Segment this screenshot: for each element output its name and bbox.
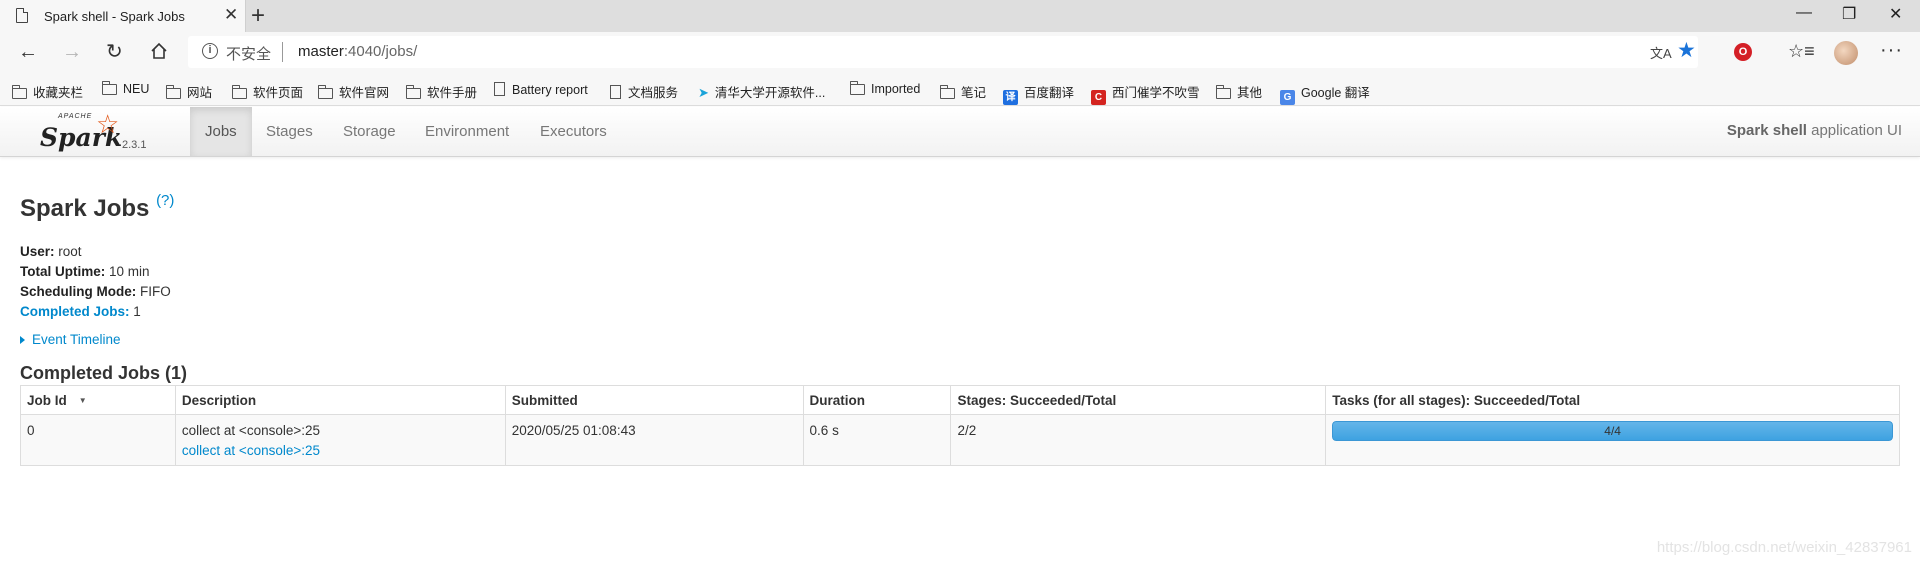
minimize-button[interactable]: —: [1796, 4, 1812, 22]
new-tab-button[interactable]: +: [251, 3, 265, 29]
column-header-job-id[interactable]: Job Id ▼: [20, 385, 176, 415]
cell-submitted: 2020/05/25 01:08:43: [504, 414, 804, 466]
page-title: Spark Jobs (?): [20, 192, 175, 222]
column-header-tasks[interactable]: Tasks (for all stages): Succeeded/Total: [1325, 385, 1900, 415]
translate-icon: 译: [1003, 90, 1018, 105]
info-icon[interactable]: i: [202, 43, 218, 59]
column-header-stages[interactable]: Stages: Succeeded/Total: [950, 385, 1327, 415]
c-icon: C: [1091, 90, 1106, 105]
folder-icon: [850, 81, 865, 95]
separator: [282, 42, 283, 62]
cell-tasks: 4/4: [1325, 414, 1900, 466]
cell-job-id: 0: [20, 414, 176, 466]
bookmark-item[interactable]: 文档服务: [610, 82, 678, 100]
folder-icon: [102, 81, 117, 95]
tab-stages[interactable]: Stages: [251, 107, 328, 156]
home-icon[interactable]: [150, 40, 168, 64]
bookmark-item[interactable]: 网站: [166, 82, 212, 100]
watermark: https://blog.csdn.net/weixin_42837961: [1656, 539, 1912, 556]
tab-jobs[interactable]: Jobs: [190, 107, 252, 156]
cell-description: collect at <console>:25 collect at <cons…: [174, 414, 506, 466]
page-content: Spark Jobs (?) User: root Total Uptime: …: [20, 186, 1900, 466]
folder-icon: [406, 85, 421, 99]
bookmarks-bar: 收藏夹栏 NEU 网站 软件页面 软件官网 软件手册 Battery repor…: [0, 76, 1920, 106]
restore-button[interactable]: ❐: [1842, 4, 1856, 24]
table-header-row: Job Id ▼ Description Submitted Duration S…: [20, 385, 1900, 415]
google-translate-icon: G: [1280, 90, 1295, 105]
summary-user: User: root: [20, 244, 82, 259]
column-header-submitted[interactable]: Submitted: [504, 385, 804, 415]
bookmark-item[interactable]: Imported: [850, 81, 920, 100]
security-label[interactable]: 不安全: [226, 43, 271, 64]
summary-scheduling-mode: Scheduling Mode: FIFO: [20, 284, 171, 299]
bookmark-item[interactable]: NEU: [102, 81, 149, 100]
tasks-progress-bar: 4/4: [1332, 421, 1893, 441]
translate-icon[interactable]: 文A: [1650, 43, 1672, 62]
browser-tab[interactable]: Spark shell - Spark Jobs ✕: [0, 0, 246, 32]
document-icon: [610, 85, 621, 99]
page-icon: [16, 8, 28, 23]
summary-completed-jobs[interactable]: Completed Jobs: 1: [20, 302, 1900, 322]
back-arrow-icon[interactable]: ←: [18, 40, 38, 64]
bookmark-item[interactable]: Battery report: [494, 82, 588, 100]
favorites-icon[interactable]: ☆≡: [1788, 41, 1815, 62]
tab-title: Spark shell - Spark Jobs: [44, 9, 185, 24]
forward-arrow-icon[interactable]: →: [62, 40, 82, 64]
document-icon: [494, 82, 505, 96]
url-text[interactable]: master:4040/jobs/: [298, 43, 417, 60]
bookmark-item[interactable]: 软件页面: [232, 82, 303, 100]
tab-executors[interactable]: Executors: [525, 107, 622, 156]
tab-storage[interactable]: Storage: [328, 107, 411, 156]
summary-list: User: root Total Uptime: 10 min Scheduli…: [20, 242, 1900, 322]
description-text: collect at <console>:25: [181, 423, 320, 438]
bookmark-item[interactable]: 软件手册: [406, 82, 477, 100]
refresh-icon[interactable]: ↻: [106, 40, 123, 64]
expand-triangle-icon: [20, 336, 25, 344]
column-header-duration[interactable]: Duration: [802, 385, 952, 415]
event-timeline-toggle[interactable]: Event Timeline: [20, 332, 1900, 347]
address-bar[interactable]: i 不安全 master:4040/jobs/ 文A ★: [188, 36, 1698, 68]
close-window-button[interactable]: ✕: [1889, 4, 1902, 24]
spark-version: 2.3.1: [122, 139, 147, 151]
progress-label: 4/4: [1604, 424, 1621, 438]
bookmark-item[interactable]: 其他: [1216, 82, 1262, 100]
bookmark-item[interactable]: 收藏夹栏: [12, 82, 83, 100]
bookmark-item[interactable]: 软件官网: [318, 82, 389, 100]
bookmark-item[interactable]: 译百度翻译: [1003, 82, 1074, 105]
cell-stages: 2/2: [950, 414, 1327, 466]
completed-jobs-table: Job Id ▼ Description Submitted Duration S…: [20, 385, 1900, 466]
favorite-star-icon[interactable]: ★: [1677, 38, 1696, 63]
folder-icon: [940, 85, 955, 99]
tab-close-icon[interactable]: ✕: [224, 6, 238, 24]
application-title: Spark shell application UI: [1726, 122, 1902, 139]
folder-icon: [1216, 85, 1231, 99]
spark-logo[interactable]: APACHE Spark ☆ 2.3.1: [38, 109, 158, 155]
help-link[interactable]: (?): [156, 192, 174, 209]
bookmark-item[interactable]: G Google 翻译: [1280, 82, 1370, 105]
spark-navbar: APACHE Spark ☆ 2.3.1 Jobs Stages Storage…: [0, 107, 1920, 157]
table-row: 0 collect at <console>:25 collect at <co…: [20, 414, 1900, 466]
folder-icon: [232, 85, 247, 99]
bookmark-item[interactable]: 笔记: [940, 82, 986, 100]
spark-star-icon: ☆: [96, 109, 120, 139]
completed-jobs-header[interactable]: Completed Jobs (1): [20, 361, 1900, 385]
bird-icon: ➤: [698, 85, 709, 100]
summary-uptime: Total Uptime: 10 min: [20, 264, 150, 279]
extension-icon[interactable]: O: [1734, 43, 1752, 61]
browser-navigation-bar: ← → ↻ i 不安全 master:4040/jobs/ 文A ★ O ☆≡ …: [0, 32, 1920, 76]
column-header-description[interactable]: Description: [174, 385, 506, 415]
more-menu-icon[interactable]: ···: [1880, 39, 1903, 62]
bookmark-item[interactable]: ➤ 清华大学开源软件...: [698, 82, 825, 100]
description-link[interactable]: collect at <console>:25: [182, 441, 499, 461]
folder-icon: [166, 85, 181, 99]
sort-desc-icon[interactable]: ▼: [79, 396, 87, 405]
folder-icon: [318, 85, 333, 99]
folder-icon: [12, 85, 27, 99]
profile-avatar[interactable]: [1834, 41, 1858, 65]
cell-duration: 0.6 s: [802, 414, 952, 466]
bookmark-item[interactable]: C 西门催学不吹雪: [1091, 82, 1200, 105]
browser-tab-bar: Spark shell - Spark Jobs ✕ + — ❐ ✕: [0, 0, 1920, 32]
tab-environment[interactable]: Environment: [410, 107, 524, 156]
